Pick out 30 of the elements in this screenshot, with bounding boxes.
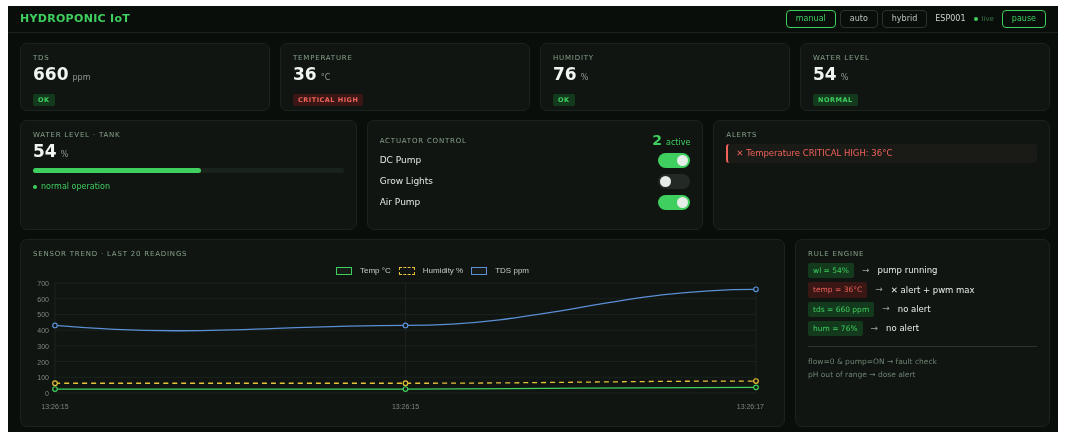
actuator-name: Air Pump — [379, 195, 421, 209]
alert-item: ✕ Temperature CRITICAL HIGH: 36°C — [726, 144, 1037, 163]
stat-value: 36 — [293, 63, 317, 85]
rule-result: no alert — [886, 322, 919, 335]
arrow-text: → — [861, 263, 870, 277]
stat-value: 54 — [813, 63, 837, 85]
status-note: normal operation — [41, 181, 110, 193]
tank-unit: % — [60, 149, 69, 161]
stat-value: 660 — [33, 63, 69, 85]
legend-label: TDS ppm — [495, 265, 529, 277]
legend-label: Temp °C — [360, 265, 391, 277]
tank-value: 54 — [33, 140, 57, 162]
rule-result: pump running — [877, 264, 938, 277]
app-title: HYDROPONIC IoT — [20, 10, 131, 27]
arrow-text: → — [870, 321, 879, 335]
stat-unit: °C — [320, 72, 331, 84]
actuator-name: Grow Lights — [379, 174, 433, 188]
active-count: 2 — [652, 131, 662, 150]
stat-unit: % — [840, 72, 849, 84]
arrow-text: → — [882, 302, 890, 316]
rule-result: no alert — [897, 302, 931, 316]
stat-value: 76 — [553, 63, 577, 85]
active-label: active — [666, 137, 691, 149]
stat-unit: % — [580, 72, 589, 84]
rule-result: ✕ alert + pwm max — [890, 283, 975, 297]
stat-unit: ppm — [72, 72, 91, 84]
legend-label: Humidity % — [422, 265, 464, 277]
arrow-text: → — [875, 283, 883, 297]
actuator-name: DC Pump — [379, 153, 422, 167]
device-id: ESP001 — [935, 13, 966, 25]
